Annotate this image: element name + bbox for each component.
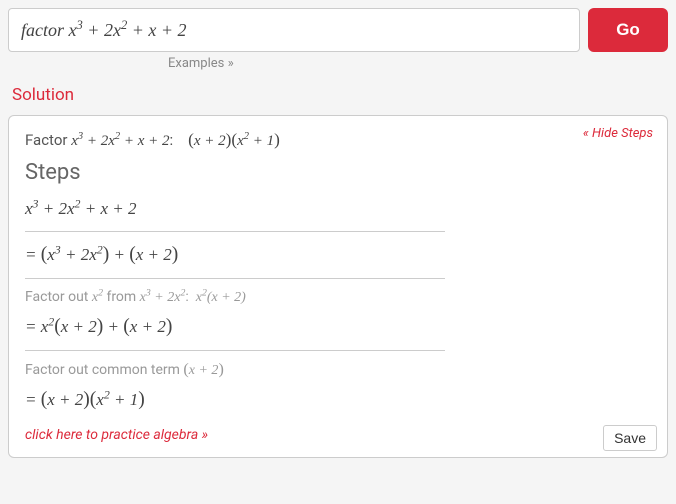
problem-result: (x + 2)(x2 + 1) [188, 131, 280, 149]
save-button[interactable]: Save [603, 425, 657, 451]
step-expression: = x2(x + 2) + (x + 2) [25, 312, 651, 342]
problem-statement: Factor x3 + 2x2 + x + 2: (x + 2)(x2 + 1) [25, 130, 651, 150]
solution-heading: Solution [12, 85, 668, 105]
step-divider [25, 231, 445, 232]
steps-heading: Steps [25, 160, 651, 185]
hide-steps-link[interactable]: « Hide Steps [583, 126, 653, 141]
step-divider [25, 350, 445, 351]
examples-link[interactable]: Examples » [8, 56, 668, 71]
step-divider [25, 278, 445, 279]
go-button[interactable]: Go [588, 8, 668, 52]
search-row: factor x3 + 2x2 + x + 2 Go [8, 8, 668, 52]
problem-label: Factor [25, 131, 67, 149]
problem-expression: x3 + 2x2 + x + 2: [71, 131, 173, 149]
practice-link[interactable]: click here to practice algebra » [25, 427, 651, 443]
step-hint: Factor out common term (x + 2) [25, 361, 651, 379]
steps-list: x3 + 2x2 + x + 2 = (x3 + 2x2) + (x + 2) Fa… [25, 195, 651, 415]
search-query: factor x3 + 2x2 + x + 2 [21, 20, 187, 41]
search-input[interactable]: factor x3 + 2x2 + x + 2 [8, 8, 580, 52]
step-expression: = (x + 2)(x2 + 1) [25, 385, 651, 415]
step-expression: = (x3 + 2x2) + (x + 2) [25, 240, 651, 270]
step-expression: x3 + 2x2 + x + 2 [25, 195, 651, 223]
step-hint: Factor out x2 from x3 + 2x2: x2(x + 2) [25, 289, 651, 306]
solution-card: « Hide Steps Factor x3 + 2x2 + x + 2: (x… [8, 115, 668, 458]
